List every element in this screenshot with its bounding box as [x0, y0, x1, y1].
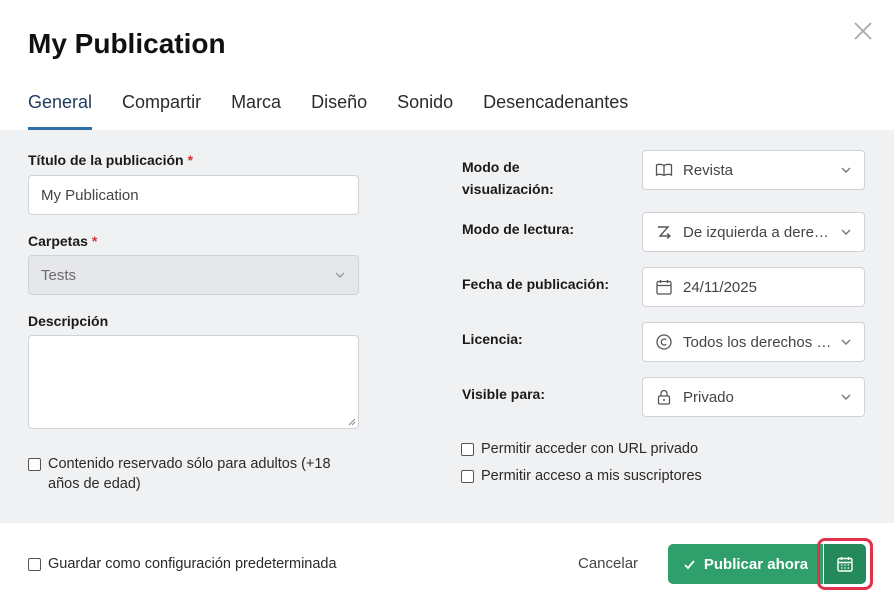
calendar-icon: [656, 280, 672, 295]
required-mark: *: [187, 152, 194, 168]
view-mode-label: Modo de visualización:: [462, 159, 554, 197]
check-icon: [684, 559, 695, 569]
folders-label: Carpetas *: [28, 233, 98, 249]
adult-content-option[interactable]: Contenido reservado sólo para adultos (+…: [28, 454, 368, 494]
description-label: Descripción: [28, 313, 109, 329]
lock-icon: [657, 389, 671, 405]
required-mark: *: [91, 233, 98, 249]
save-default-checkbox[interactable]: [28, 558, 41, 571]
adult-content-label-line2: años de edad): [48, 476, 141, 492]
publication-dialog: My Publication General Compartir Marca D…: [0, 0, 894, 606]
license-select[interactable]: Todos los derechos reservados: [642, 322, 865, 362]
subscribers-checkbox[interactable]: [461, 470, 474, 483]
title-input[interactable]: My Publication: [28, 175, 359, 215]
license-label: Licencia:: [462, 331, 523, 347]
book-icon: [655, 163, 673, 177]
description-textarea[interactable]: [28, 335, 359, 429]
chevron-down-icon: [841, 229, 851, 235]
save-default-label: Guardar como configuración predeterminad…: [48, 556, 337, 572]
adult-content-checkbox[interactable]: [28, 458, 41, 471]
reading-mode-label: Modo de lectura:: [462, 221, 575, 237]
tab-marca[interactable]: Marca: [231, 92, 281, 130]
view-mode-select[interactable]: Revista: [642, 150, 865, 190]
tab-compartir[interactable]: Compartir: [122, 92, 201, 130]
tab-diseno[interactable]: Diseño: [311, 92, 367, 130]
calendar-icon: [837, 557, 853, 572]
schedule-publish-highlight[interactable]: [817, 538, 873, 590]
tab-sonido[interactable]: Sonido: [397, 92, 453, 130]
tab-desencadenantes[interactable]: Desencadenantes: [483, 92, 628, 130]
chevron-down-icon: [841, 167, 851, 173]
tab-bar: General Compartir Marca Diseño Sonido De…: [28, 92, 658, 130]
publish-date-input[interactable]: 24/11/2025: [642, 267, 865, 307]
subscribers-option[interactable]: Permitir acceso a mis suscriptores: [461, 466, 702, 486]
publish-date-label: Fecha de publicación:: [462, 276, 610, 292]
private-url-option[interactable]: Permitir acceder con URL privado: [461, 439, 698, 459]
adult-content-label-line1: Contenido reservado sólo para adultos (+…: [48, 456, 331, 472]
reading-direction-icon: [658, 226, 672, 240]
resize-handle-icon[interactable]: [347, 417, 356, 426]
subscribers-label: Permitir acceso a mis suscriptores: [481, 468, 702, 484]
cancel-button[interactable]: Cancelar: [566, 552, 650, 576]
close-icon[interactable]: [852, 20, 874, 42]
chevron-down-icon: [335, 272, 345, 278]
visible-for-label: Visible para:: [462, 386, 546, 402]
folders-select[interactable]: Tests: [28, 255, 359, 295]
schedule-publish-button[interactable]: [824, 544, 866, 584]
chevron-down-icon: [841, 339, 851, 345]
visibility-select[interactable]: Privado: [642, 377, 865, 417]
private-url-checkbox[interactable]: [461, 443, 474, 456]
tab-general[interactable]: General: [28, 92, 93, 130]
private-url-label: Permitir acceder con URL privado: [481, 441, 699, 457]
chevron-down-icon: [841, 394, 851, 400]
save-default-option[interactable]: Guardar como configuración predeterminad…: [28, 554, 337, 574]
publish-now-button[interactable]: Publicar ahora: [668, 544, 823, 584]
copyright-icon: [656, 334, 672, 350]
publish-now-label: Publicar ahora: [703, 555, 809, 573]
title-field-label: Título de la publicación *: [28, 152, 194, 168]
reading-mode-select[interactable]: De izquierda a derecha: [642, 212, 865, 252]
dialog-title: My Publication: [28, 28, 226, 59]
